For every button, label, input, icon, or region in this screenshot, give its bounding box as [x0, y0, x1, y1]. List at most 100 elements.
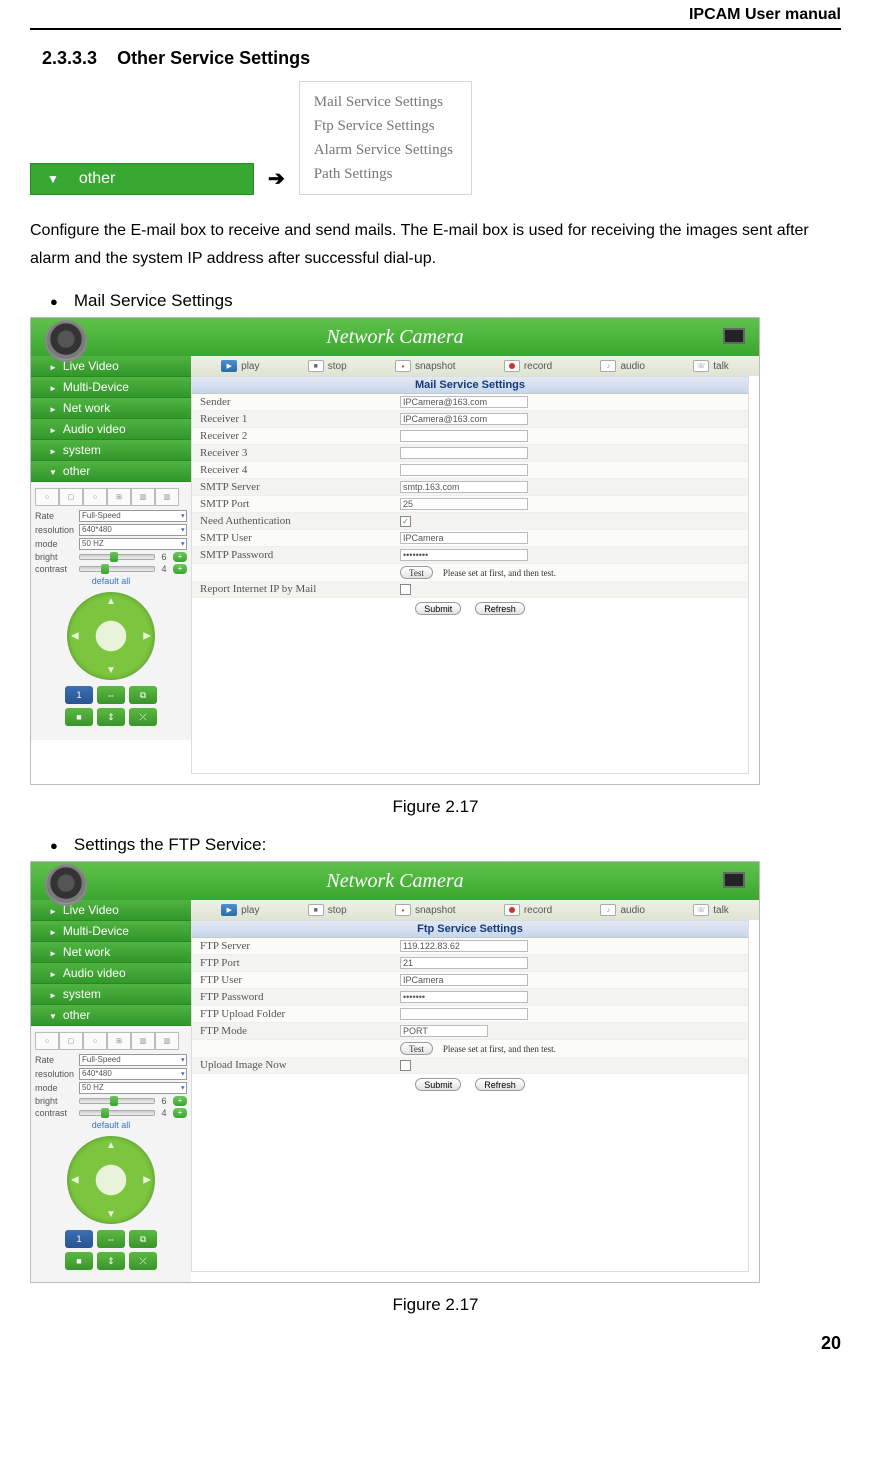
report-ip-checkbox[interactable]: [400, 584, 411, 595]
snapshot-button[interactable]: snapshot: [395, 360, 456, 372]
play-button[interactable]: ▶play: [221, 360, 259, 372]
receiver1-input[interactable]: IPCamera@163.com: [400, 413, 528, 425]
nav-network[interactable]: Net work: [31, 942, 191, 963]
layout-cell-icon[interactable]: ⊞: [107, 488, 131, 506]
vflip-button[interactable]: ⇕: [97, 1252, 125, 1270]
audio-button[interactable]: ♪audio: [600, 360, 644, 372]
plus-button[interactable]: +: [173, 564, 187, 574]
snapshot-button[interactable]: snapshot: [395, 904, 456, 916]
stop-button[interactable]: ■stop: [308, 360, 347, 372]
unlink-button[interactable]: ⤫: [129, 1252, 157, 1270]
layout-cell-icon[interactable]: ▥: [155, 488, 179, 506]
nav-audio-video[interactable]: Audio video: [31, 419, 191, 440]
hflip-button[interactable]: ⇔: [97, 686, 125, 704]
bright-slider[interactable]: [79, 1098, 155, 1104]
layout-cell-icon[interactable]: ⊞: [107, 1032, 131, 1050]
arrow-up-icon[interactable]: ▲: [106, 1140, 116, 1151]
refresh-button[interactable]: Refresh: [475, 602, 525, 615]
nav-multi-device[interactable]: Multi-Device: [31, 377, 191, 398]
layout-cell-icon[interactable]: ▥: [131, 488, 155, 506]
menu-item[interactable]: Mail Service Settings: [314, 90, 453, 114]
layout-cell-icon[interactable]: ▥: [131, 1032, 155, 1050]
nav-system[interactable]: system: [31, 984, 191, 1005]
nav-other[interactable]: other: [31, 461, 191, 482]
arrow-down-icon[interactable]: ▼: [106, 665, 116, 676]
mode-select[interactable]: 50 HZ: [79, 538, 187, 550]
receiver3-input[interactable]: [400, 447, 528, 459]
hflip-button[interactable]: ⇔: [97, 1230, 125, 1248]
nav-multi-device[interactable]: Multi-Device: [31, 921, 191, 942]
rate-select[interactable]: Full-Speed: [79, 1054, 187, 1066]
record-button[interactable]: record: [504, 360, 552, 372]
arrow-right-icon[interactable]: ▶: [143, 631, 151, 642]
refresh-button[interactable]: Refresh: [475, 1078, 525, 1091]
nav-other[interactable]: other: [31, 1005, 191, 1026]
pause-button[interactable]: ■: [65, 708, 93, 726]
receiver4-input[interactable]: [400, 464, 528, 476]
arrow-down-icon[interactable]: ▼: [106, 1209, 116, 1220]
sender-input[interactable]: IPCamera@163.com: [400, 396, 528, 408]
test-button[interactable]: Test: [400, 566, 433, 579]
layout-cell-icon[interactable]: ○: [35, 1032, 59, 1050]
smtp-port-input[interactable]: 25: [400, 498, 528, 510]
menu-item[interactable]: Alarm Service Settings: [314, 138, 453, 162]
arrow-left-icon[interactable]: ◀: [71, 631, 79, 642]
plus-button[interactable]: +: [173, 1108, 187, 1118]
nav-system[interactable]: system: [31, 440, 191, 461]
record-button[interactable]: record: [504, 904, 552, 916]
menu-item[interactable]: Ftp Service Settings: [314, 114, 453, 138]
preset-1-button[interactable]: 1: [65, 686, 93, 704]
receiver2-input[interactable]: [400, 430, 528, 442]
arrow-right-icon[interactable]: ▶: [143, 1175, 151, 1186]
audio-button[interactable]: ♪audio: [600, 904, 644, 916]
play-button[interactable]: ▶play: [221, 904, 259, 916]
contrast-slider[interactable]: [79, 1110, 155, 1116]
ftp-password-input[interactable]: •••••••: [400, 991, 528, 1003]
default-all-link[interactable]: default all: [35, 576, 187, 586]
rate-select[interactable]: Full-Speed: [79, 510, 187, 522]
test-button[interactable]: Test: [400, 1042, 433, 1055]
link-button[interactable]: ⧉: [129, 1230, 157, 1248]
ptz-wheel[interactable]: ▲ ▼ ◀ ▶: [67, 1136, 155, 1224]
contrast-slider[interactable]: [79, 566, 155, 572]
upload-now-checkbox[interactable]: [400, 1060, 411, 1071]
other-menu-button[interactable]: ▼ other: [30, 163, 254, 195]
ftp-server-input[interactable]: 119.122.83.62: [400, 940, 528, 952]
submit-button[interactable]: Submit: [415, 1078, 461, 1091]
layout-cell-icon[interactable]: ○: [83, 1032, 107, 1050]
layout-cell-icon[interactable]: ▢: [59, 1032, 83, 1050]
submit-button[interactable]: Submit: [415, 602, 461, 615]
ftp-user-input[interactable]: IPCamera: [400, 974, 528, 986]
plus-button[interactable]: +: [173, 1096, 187, 1106]
plus-button[interactable]: +: [173, 552, 187, 562]
talk-button[interactable]: ☏talk: [693, 360, 729, 372]
menu-item[interactable]: Path Settings: [314, 162, 453, 186]
unlink-button[interactable]: ⤫: [129, 708, 157, 726]
layout-cell-icon[interactable]: ○: [83, 488, 107, 506]
talk-button[interactable]: ☏talk: [693, 904, 729, 916]
smtp-password-input[interactable]: ••••••••: [400, 549, 528, 561]
stop-button[interactable]: ■stop: [308, 904, 347, 916]
layout-cell-icon[interactable]: ▥: [155, 1032, 179, 1050]
ptz-wheel[interactable]: ▲ ▼ ◀ ▶: [67, 592, 155, 680]
ftp-port-input[interactable]: 21: [400, 957, 528, 969]
default-all-link[interactable]: default all: [35, 1120, 187, 1130]
smtp-user-input[interactable]: IPCamera: [400, 532, 528, 544]
link-button[interactable]: ⧉: [129, 686, 157, 704]
nav-audio-video[interactable]: Audio video: [31, 963, 191, 984]
smtp-server-input[interactable]: smtp.163.com: [400, 481, 528, 493]
vflip-button[interactable]: ⇕: [97, 708, 125, 726]
mode-select[interactable]: 50 HZ: [79, 1082, 187, 1094]
arrow-left-icon[interactable]: ◀: [71, 1175, 79, 1186]
ftp-folder-input[interactable]: [400, 1008, 528, 1020]
need-auth-checkbox[interactable]: ✓: [400, 516, 411, 527]
preset-1-button[interactable]: 1: [65, 1230, 93, 1248]
arrow-up-icon[interactable]: ▲: [106, 596, 116, 607]
resolution-select[interactable]: 640*480: [79, 524, 187, 536]
pause-button[interactable]: ■: [65, 1252, 93, 1270]
resolution-select[interactable]: 640*480: [79, 1068, 187, 1080]
nav-network[interactable]: Net work: [31, 398, 191, 419]
layout-cell-icon[interactable]: ▢: [59, 488, 83, 506]
ftp-mode-select[interactable]: PORT: [400, 1025, 488, 1037]
bright-slider[interactable]: [79, 554, 155, 560]
